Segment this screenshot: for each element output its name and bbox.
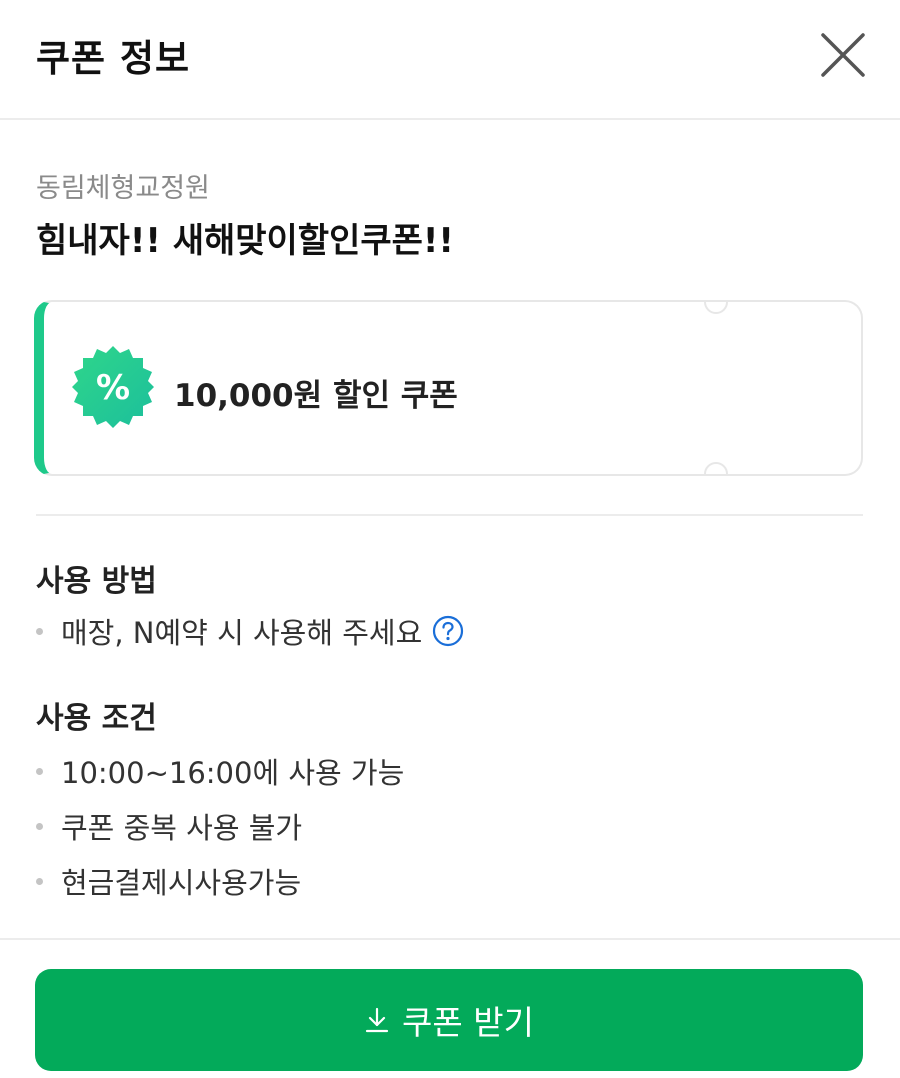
download-button-label: 쿠폰 받기 xyxy=(402,1003,534,1042)
close-icon[interactable] xyxy=(812,24,874,86)
usage-condition-text: 쿠폰 중복 사용 불가 xyxy=(61,811,303,845)
download-coupon-button[interactable]: 쿠폰 받기 xyxy=(35,969,863,1071)
bullet-dot xyxy=(36,767,43,775)
bullet-dot xyxy=(36,822,43,830)
page-title: 쿠폰 정보 xyxy=(36,37,191,80)
close-button[interactable] xyxy=(812,24,874,86)
usage-condition-item: 쿠폰 중복 사용 불가 xyxy=(36,805,302,847)
discount-badge-icon: % xyxy=(72,346,154,428)
usage-condition-item: 10:00~16:00에 사용 가능 xyxy=(36,750,404,792)
bullet-dot xyxy=(36,877,43,885)
usage-condition-item: 현금결제시사용가능 xyxy=(36,860,301,902)
usage-condition-text: 10:00~16:00에 사용 가능 xyxy=(61,756,405,790)
download-icon xyxy=(365,1007,389,1033)
usage-method-text: 매장, N예약 시 사용해 주세요 xyxy=(61,616,423,650)
coupon-card: % 10,000원 할인 쿠폰 xyxy=(34,300,863,476)
coupon-title: 힘내자!! 새해맞이할인쿠폰!! xyxy=(36,221,454,261)
card-notch-bottom xyxy=(704,462,728,474)
usage-condition-text: 현금결제시사용가능 xyxy=(61,866,302,900)
usage-conditions-title: 사용 조건 xyxy=(36,701,157,736)
help-icon[interactable] xyxy=(432,615,464,647)
shop-name: 동림체형교정원 xyxy=(36,173,210,204)
card-notch-top xyxy=(704,302,728,314)
section-divider xyxy=(36,514,863,516)
usage-method-item: 매장, N예약 시 사용해 주세요 xyxy=(36,610,464,652)
header: 쿠폰 정보 xyxy=(0,0,900,120)
svg-text:%: % xyxy=(96,368,130,408)
footer-divider xyxy=(0,938,900,940)
usage-method-title: 사용 방법 xyxy=(36,564,157,599)
bullet-dot xyxy=(36,627,43,635)
coupon-discount-label: 10,000원 할인 쿠폰 xyxy=(174,378,458,414)
